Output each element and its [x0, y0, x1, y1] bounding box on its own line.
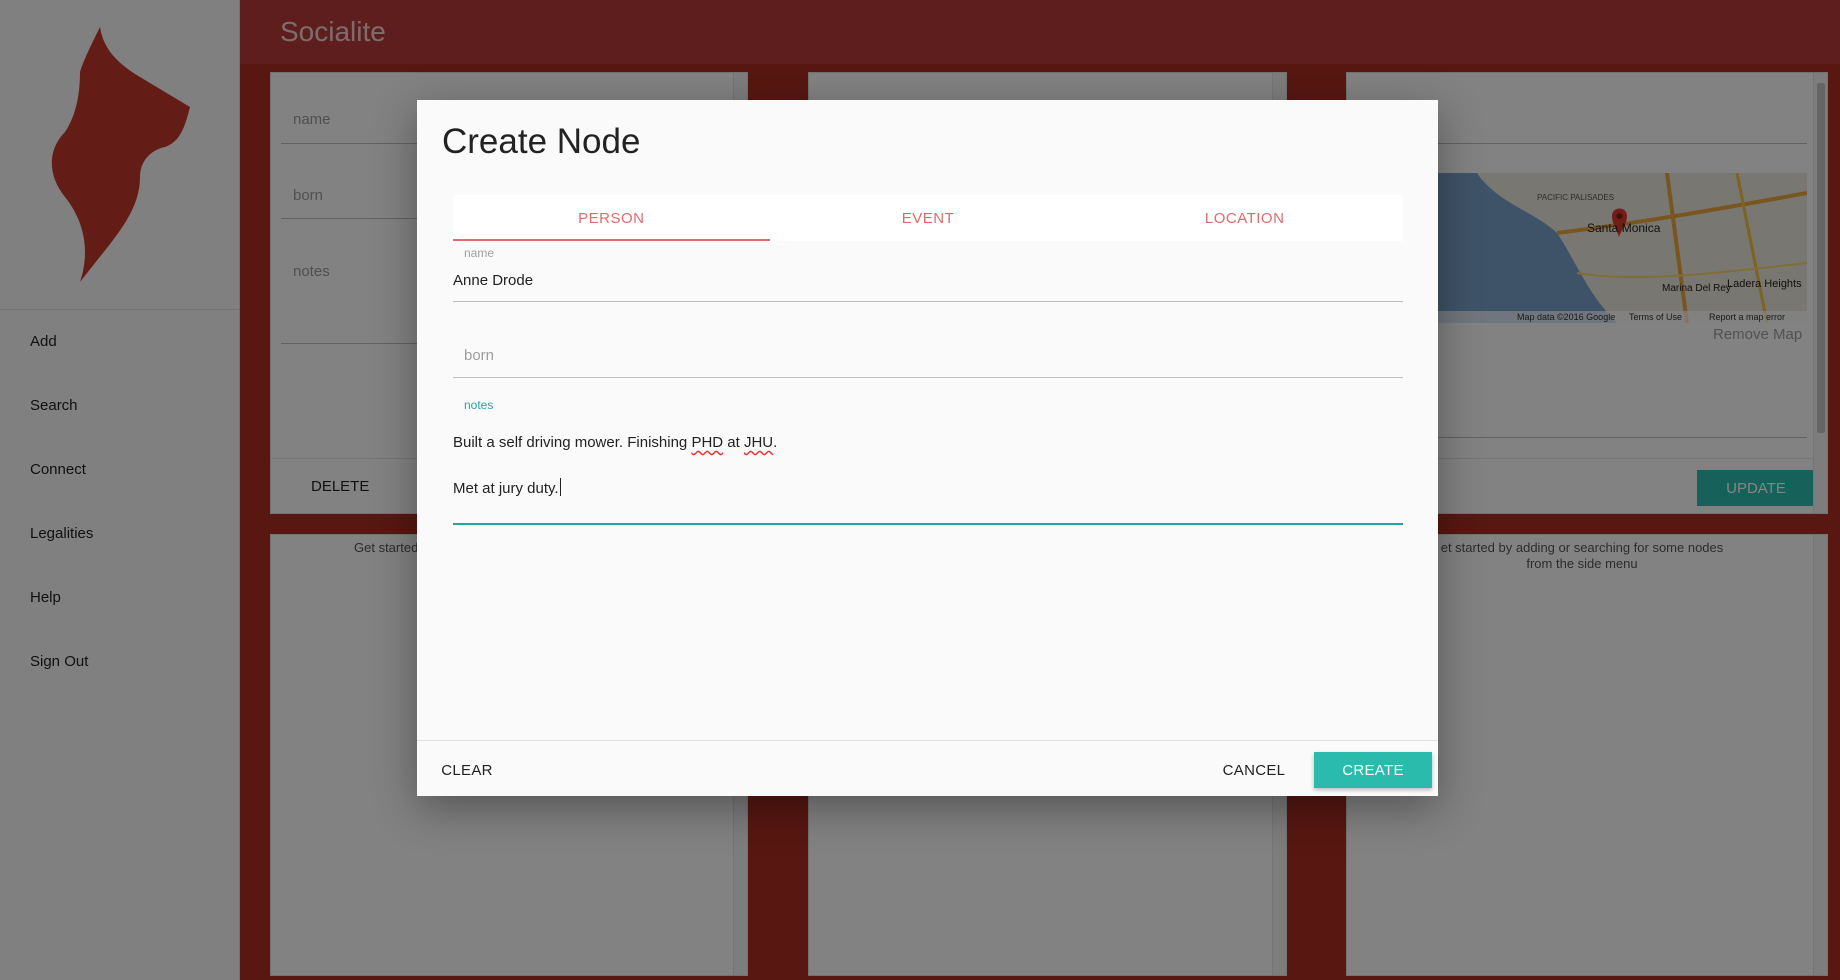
dialog-footer: CLEAR CANCEL CREATE — [417, 740, 1438, 796]
notes-text: Built a self driving mower. Finishing — [453, 434, 692, 451]
tab-event[interactable]: EVENT — [770, 195, 1087, 241]
create-button[interactable]: CREATE — [1314, 752, 1432, 788]
notes-line-2: Met at jury duty. — [453, 478, 561, 497]
notes-line-1: Built a self driving mower. Finishing PH… — [453, 434, 777, 451]
notes-field[interactable]: Built a self driving mower. Finishing PH… — [453, 434, 1403, 518]
notes-field-underline — [453, 523, 1403, 525]
spellcheck-word: JHU — [743, 434, 774, 451]
spellcheck-word: PHD — [691, 434, 724, 451]
text-caret — [559, 478, 561, 496]
notes-text: Met at jury duty. — [453, 480, 559, 497]
notes-text: at — [723, 434, 744, 451]
name-field-label: name — [464, 246, 495, 260]
born-field[interactable]: born — [464, 347, 494, 364]
name-field-underline — [453, 301, 1403, 302]
node-type-tabs: PERSON EVENT LOCATION — [453, 195, 1403, 241]
tab-indicator — [453, 239, 770, 241]
create-node-dialog: Create Node PERSON EVENT LOCATION name A… — [417, 100, 1438, 796]
clear-button[interactable]: CLEAR — [437, 752, 497, 788]
name-field[interactable]: Anne Drode — [453, 272, 533, 289]
born-field-underline — [453, 377, 1403, 378]
tab-person[interactable]: PERSON — [453, 195, 770, 241]
tab-location[interactable]: LOCATION — [1086, 195, 1403, 241]
cancel-button[interactable]: CANCEL — [1217, 752, 1291, 788]
notes-text: . — [773, 434, 778, 451]
notes-field-label: notes — [464, 398, 494, 412]
dialog-title: Create Node — [442, 122, 641, 161]
